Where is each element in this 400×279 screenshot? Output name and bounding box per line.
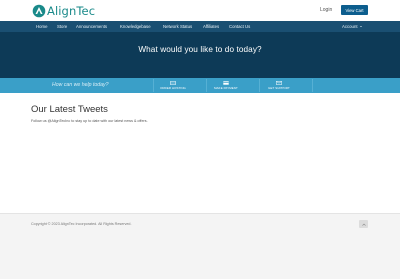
order-hosting-button[interactable]: ORDER HOSTING xyxy=(154,78,192,93)
back-to-top-button[interactable] xyxy=(359,220,368,228)
nav-item-store[interactable]: Store xyxy=(57,21,67,32)
nav-item-affiliates[interactable]: Affiliates xyxy=(203,21,219,32)
nav-item-announcements[interactable]: Announcements xyxy=(76,21,107,32)
action-strip: How can we help today? ORDER HOSTING MAK… xyxy=(0,78,400,93)
account-label: Account xyxy=(342,24,358,29)
main-navbar: Home Store Announcements Knowledgebase N… xyxy=(0,21,400,32)
make-payment-button[interactable]: MAKE PAYMENT xyxy=(207,78,245,93)
get-support-label: GET SUPPORT xyxy=(268,86,290,90)
chevron-up-icon xyxy=(361,223,366,226)
login-link[interactable]: Login xyxy=(320,7,332,13)
tweets-subtitle: Follow us @AlignTecInc to stay up to dat… xyxy=(31,119,148,123)
top-header: AlignTec Login View Cart xyxy=(0,0,400,21)
account-menu[interactable]: Account xyxy=(342,21,362,32)
divider xyxy=(312,79,313,92)
view-cart-button[interactable]: View Cart xyxy=(341,5,368,15)
copyright-text: Copyright © 2023 AlignTec Incorporated. … xyxy=(31,222,132,226)
logo[interactable]: AlignTec xyxy=(32,3,95,19)
credit-card-icon xyxy=(223,81,229,85)
logo-mark-icon xyxy=(32,4,46,18)
logo-text: AlignTec xyxy=(47,4,96,18)
get-support-button[interactable]: GET SUPPORT xyxy=(260,78,298,93)
nav-item-home[interactable]: Home xyxy=(36,21,47,32)
hero-title: What would you like to do today? xyxy=(138,45,262,54)
hero-banner: What would you like to do today? xyxy=(0,32,400,78)
chevron-down-icon xyxy=(359,26,362,28)
help-label: How can we help today? xyxy=(52,82,109,88)
nav-item-contact-us[interactable]: Contact Us xyxy=(229,21,250,32)
make-payment-label: MAKE PAYMENT xyxy=(214,86,238,90)
footer: Copyright © 2023 AlignTec Incorporated. … xyxy=(0,213,400,279)
tweets-heading: Our Latest Tweets xyxy=(31,104,108,115)
server-icon xyxy=(170,81,176,85)
order-hosting-label: ORDER HOSTING xyxy=(160,86,186,90)
envelope-icon xyxy=(276,81,282,85)
nav-item-knowledgebase[interactable]: Knowledgebase xyxy=(120,21,151,32)
nav-item-network-status[interactable]: Network Status xyxy=(163,21,192,32)
